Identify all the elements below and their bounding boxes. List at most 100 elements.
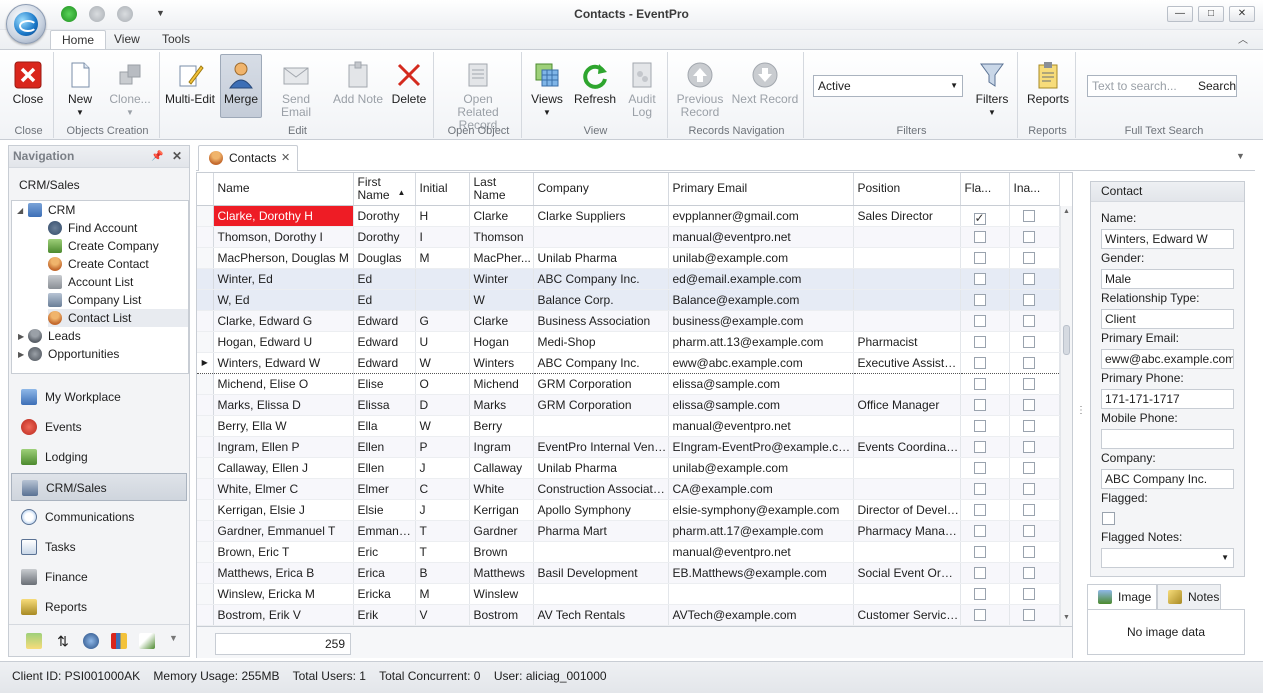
cell-company[interactable]: Unilab Pharma bbox=[533, 457, 669, 479]
table-row[interactable]: Clarke, Dorothy H Dorothy H Clarke Clarke Su… bbox=[197, 205, 1060, 227]
cell-last-name[interactable]: Hogan bbox=[469, 331, 534, 353]
cell-primary-email[interactable]: EB.Matthews@example.com bbox=[668, 562, 854, 584]
cell-position[interactable]: Pharmacist bbox=[853, 331, 961, 353]
cell-name[interactable]: Winslew, Ericka M bbox=[213, 583, 354, 605]
globe-icon[interactable] bbox=[83, 633, 99, 649]
cell-primary-email[interactable]: AVTech@example.com bbox=[668, 604, 854, 626]
cell-last-name[interactable]: Gardner bbox=[469, 520, 534, 542]
tree-node-opportunities[interactable]: Opportunities bbox=[28, 345, 119, 363]
row-indicator[interactable] bbox=[197, 541, 214, 563]
cell-company[interactable]: Clarke Suppliers bbox=[533, 205, 669, 227]
tree-node-create-company[interactable]: Create Company bbox=[48, 237, 159, 255]
tab-notes[interactable]: Notes bbox=[1157, 584, 1221, 610]
shortcut-workplace-icon[interactable] bbox=[26, 633, 42, 649]
cell-name[interactable]: Marks, Elissa D bbox=[213, 394, 354, 416]
table-row[interactable]: Gardner, Emmanuel T Emmanuel T Gardner Pharm… bbox=[197, 520, 1060, 542]
table-row[interactable]: Hogan, Edward U Edward U Hogan Medi-Shop phar… bbox=[197, 331, 1060, 353]
cell-name[interactable]: Michend, Elise O bbox=[213, 373, 354, 395]
cell-first-name[interactable]: Edward bbox=[353, 310, 416, 332]
send-email-button[interactable]: Send Email bbox=[266, 54, 326, 119]
inactive-checkbox[interactable] bbox=[1022, 546, 1035, 558]
cell-position[interactable] bbox=[853, 415, 961, 437]
splitter-grip-icon[interactable]: ⋮ bbox=[1076, 405, 1086, 419]
cell-primary-email[interactable]: unilab@example.com bbox=[668, 247, 854, 269]
inactive-checkbox[interactable] bbox=[1022, 378, 1035, 390]
audit-log-button[interactable]: Audit Log bbox=[622, 54, 662, 119]
cell-initial[interactable]: G bbox=[415, 310, 470, 332]
cell-primary-email[interactable]: business@example.com bbox=[668, 310, 854, 332]
tree-node-account-list[interactable]: Account List bbox=[48, 273, 133, 291]
cell-first-name[interactable]: Ella bbox=[353, 415, 416, 437]
cell-name[interactable]: Brown, Eric T bbox=[213, 541, 354, 563]
cell-initial[interactable]: V bbox=[415, 604, 470, 626]
close-tab-icon[interactable]: ✕ bbox=[281, 146, 290, 171]
inactive-checkbox[interactable] bbox=[1022, 588, 1035, 600]
open-related-record-button[interactable]: Open Related Record bbox=[440, 54, 516, 132]
cell-name[interactable]: Kerrigan, Elsie J bbox=[213, 499, 354, 521]
nav-events[interactable]: Events bbox=[11, 413, 187, 441]
cell-last-name[interactable]: MacPher... bbox=[469, 247, 534, 269]
cell-name[interactable]: Bostrom, Erik V bbox=[213, 604, 354, 626]
cell-initial[interactable]: J bbox=[415, 457, 470, 479]
cell-primary-email[interactable]: pharm.att.13@example.com bbox=[668, 331, 854, 353]
cell-last-name[interactable]: Thomson bbox=[469, 226, 534, 248]
company-field[interactable]: ABC Company Inc. bbox=[1101, 469, 1234, 489]
mobile-phone-field[interactable] bbox=[1101, 429, 1234, 449]
cell-name[interactable]: White, Elmer C bbox=[213, 478, 354, 500]
line-chart-icon[interactable] bbox=[139, 633, 155, 649]
cell-company[interactable]: GRM Corporation bbox=[533, 373, 669, 395]
cell-first-name[interactable]: Edward bbox=[353, 351, 416, 374]
add-note-button[interactable]: Add Note bbox=[330, 54, 386, 118]
row-indicator[interactable] bbox=[197, 499, 214, 521]
cell-last-name[interactable]: Callaway bbox=[469, 457, 534, 479]
cell-primary-email[interactable]: pharm.att.17@example.com bbox=[668, 520, 854, 542]
cell-position[interactable] bbox=[853, 541, 961, 563]
search-button[interactable]: Search bbox=[1198, 79, 1236, 93]
cell-company[interactable]: Business Association bbox=[533, 310, 669, 332]
cell-position[interactable]: Social Event Orga... bbox=[853, 562, 961, 584]
cell-primary-email[interactable]: elissa@sample.com bbox=[668, 373, 854, 395]
tab-image[interactable]: Image bbox=[1087, 584, 1157, 610]
cell-primary-email[interactable]: Balance@example.com bbox=[668, 289, 854, 311]
inactive-checkbox[interactable] bbox=[1022, 483, 1035, 495]
flagged-checkbox[interactable] bbox=[973, 609, 986, 621]
next-record-button[interactable]: Next Record bbox=[730, 54, 800, 118]
inactive-checkbox[interactable] bbox=[1022, 525, 1035, 537]
inactive-checkbox[interactable] bbox=[1022, 252, 1035, 264]
collapse-icon[interactable]: ◢ bbox=[17, 206, 23, 215]
cell-first-name[interactable]: Erik bbox=[353, 604, 416, 626]
nav-tasks[interactable]: Tasks bbox=[11, 533, 187, 561]
column-header-last-name[interactable]: Last Name bbox=[469, 173, 534, 206]
cell-initial[interactable]: T bbox=[415, 520, 470, 542]
cell-name[interactable]: Callaway, Ellen J bbox=[213, 457, 354, 479]
row-indicator[interactable] bbox=[197, 394, 214, 416]
cell-position[interactable] bbox=[853, 226, 961, 248]
cell-first-name[interactable]: Dorothy bbox=[353, 226, 416, 248]
cell-position[interactable]: Pharmacy Manager bbox=[853, 520, 961, 542]
cell-company[interactable]: Apollo Symphony bbox=[533, 499, 669, 521]
row-indicator[interactable] bbox=[197, 520, 214, 542]
cell-company[interactable] bbox=[533, 415, 669, 437]
close-window-button[interactable]: ✕ bbox=[1229, 6, 1255, 22]
cell-last-name[interactable]: Winslew bbox=[469, 583, 534, 605]
cell-company[interactable]: Balance Corp. bbox=[533, 289, 669, 311]
table-row[interactable]: Berry, Ella W Ella W Berry manual@eventpro.n… bbox=[197, 415, 1060, 437]
cell-position[interactable] bbox=[853, 268, 961, 290]
cell-first-name[interactable]: Ericka bbox=[353, 583, 416, 605]
table-row[interactable]: Clarke, Edward G Edward G Clarke Business As… bbox=[197, 310, 1060, 332]
maximize-button[interactable]: □ bbox=[1198, 6, 1224, 22]
delete-button[interactable]: Delete bbox=[388, 54, 430, 118]
flagged-checkbox[interactable] bbox=[973, 588, 986, 600]
cell-initial[interactable]: U bbox=[415, 331, 470, 353]
cell-company[interactable]: AV Tech Rentals bbox=[533, 604, 669, 626]
inactive-checkbox[interactable] bbox=[1022, 462, 1035, 474]
cell-first-name[interactable]: Emmanuel bbox=[353, 520, 416, 542]
cell-first-name[interactable]: Erica bbox=[353, 562, 416, 584]
refresh-button[interactable]: Refresh bbox=[570, 54, 620, 118]
tab-contacts[interactable]: Contacts ✕ bbox=[198, 145, 298, 171]
cell-primary-email[interactable]: eww@abc.example.com bbox=[668, 351, 854, 374]
cell-name[interactable]: Hogan, Edward U bbox=[213, 331, 354, 353]
row-indicator[interactable] bbox=[197, 436, 214, 458]
cell-initial[interactable]: M bbox=[415, 247, 470, 269]
cell-position[interactable]: Office Manager bbox=[853, 394, 961, 416]
